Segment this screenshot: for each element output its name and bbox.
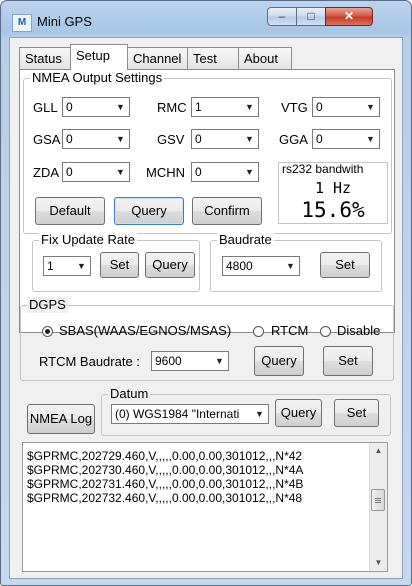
tab-test[interactable]: Test <box>187 47 239 69</box>
rtcm-baudrate-label: RTCM Baudrate : <box>39 354 140 369</box>
zda-select[interactable]: 0 ▼ <box>62 162 130 182</box>
bandwidth-hz: 1 Hz <box>314 179 352 197</box>
dgps-query-button[interactable]: Query <box>254 346 304 376</box>
nmea-log-button[interactable]: NMEA Log <box>27 404 95 434</box>
scroll-down-icon[interactable]: ▼ <box>370 555 387 571</box>
window-title: Mini GPS <box>37 14 92 29</box>
tab-about[interactable]: About <box>238 47 292 69</box>
chevron-down-icon: ▼ <box>116 134 125 144</box>
mchn-value: 0 <box>195 165 202 179</box>
datum-select[interactable]: (0) WGS1984 "Internati ▼ <box>111 404 269 424</box>
log-line: $GPRMC,202730.460,V,,,,,0.00,0.00,301012… <box>27 463 304 477</box>
chevron-down-icon: ▼ <box>215 356 224 366</box>
chevron-down-icon: ▼ <box>77 261 86 271</box>
log-line: $GPRMC,202729.460,V,,,,,0.00,0.00,301012… <box>27 449 303 463</box>
gga-select[interactable]: 0 ▼ <box>312 129 380 149</box>
zda-value: 0 <box>66 165 73 179</box>
chevron-down-icon: ▼ <box>245 134 254 144</box>
query-nmea-button[interactable]: Query <box>114 197 184 225</box>
bandwidth-title: rs232 bandwith <box>282 162 364 176</box>
gsa-value: 0 <box>66 132 73 146</box>
vtg-select[interactable]: 0 ▼ <box>312 97 380 117</box>
fix-rate-value: 1 <box>47 259 54 273</box>
fix-rate-select[interactable]: 1 ▼ <box>43 256 91 276</box>
radio-disable[interactable] <box>320 326 331 337</box>
datum-set-button[interactable]: Set <box>334 399 379 427</box>
setup-panel: NMEA Output Settings GLL 0 ▼ RMC 1 ▼ VTG… <box>19 69 395 333</box>
radio-rtcm[interactable] <box>253 326 264 337</box>
grip-line <box>375 502 381 503</box>
vtg-value: 0 <box>316 100 323 114</box>
gll-select[interactable]: 0 ▼ <box>62 97 130 117</box>
default-button[interactable]: Default <box>35 197 105 225</box>
chevron-down-icon: ▼ <box>366 102 375 112</box>
datum-value: (0) WGS1984 "Internati <box>115 407 240 421</box>
rmc-label: RMC <box>157 100 187 115</box>
confirm-button[interactable]: Confirm <box>192 197 262 225</box>
baudrate-set-button[interactable]: Set <box>320 252 370 278</box>
rtcm-baudrate-value: 9600 <box>155 354 182 368</box>
fix-rate-set-button[interactable]: Set <box>100 252 139 278</box>
dgps-title: DGPS <box>27 297 68 313</box>
rmc-select[interactable]: 1 ▼ <box>191 97 259 117</box>
gsa-label: GSA <box>33 132 61 147</box>
sbas-label: SBAS(WAAS/EGNOS/MSAS) <box>59 323 232 338</box>
chevron-down-icon: ▼ <box>255 409 264 419</box>
gll-label: GLL <box>33 100 58 115</box>
tab-status[interactable]: Status <box>19 47 71 69</box>
baudrate-select[interactable]: 4800 ▼ <box>222 256 300 276</box>
maximize-button[interactable]: □ <box>296 7 326 26</box>
log-line: $GPRMC,202731.460,V,,,,,0.00,0.00,301012… <box>27 477 304 491</box>
scroll-thumb[interactable] <box>371 489 385 511</box>
log-line: $GPRMC,202732.460,V,,,,,0.00,0.00,301012… <box>27 491 303 505</box>
log-scrollbar[interactable]: ▲ ▼ <box>369 443 387 571</box>
nmea-output-title: NMEA Output Settings <box>30 70 165 86</box>
chevron-down-icon: ▼ <box>366 134 375 144</box>
gsv-select[interactable]: 0 ▼ <box>191 129 259 149</box>
gsa-select[interactable]: 0 ▼ <box>62 129 130 149</box>
mchn-select[interactable]: 0 ▼ <box>191 162 259 182</box>
main-window: M Mini GPS – □ ✕ Status Setup Channel Te… <box>0 0 412 586</box>
gga-value: 0 <box>316 132 323 146</box>
tab-channel[interactable]: Channel <box>127 47 188 69</box>
gga-label: GGA <box>279 132 308 147</box>
baudrate-title: Baudrate <box>217 232 274 248</box>
radio-sbas[interactable] <box>42 326 53 337</box>
minimize-button[interactable]: – <box>267 7 297 26</box>
chevron-down-icon: ▼ <box>116 167 125 177</box>
datum-query-button[interactable]: Query <box>275 399 322 427</box>
rtcm-baudrate-select[interactable]: 9600 ▼ <box>151 351 229 371</box>
baudrate-value: 4800 <box>226 259 253 273</box>
rmc-value: 1 <box>195 100 202 114</box>
vtg-label: VTG <box>281 100 308 115</box>
close-button[interactable]: ✕ <box>325 7 373 26</box>
grip-line <box>375 500 381 501</box>
gsv-label: GSV <box>157 132 185 147</box>
title-bar[interactable]: M Mini GPS – □ ✕ <box>1 1 411 37</box>
chevron-down-icon: ▼ <box>245 102 254 112</box>
mchn-label: MCHN <box>146 165 185 180</box>
chevron-down-icon: ▼ <box>286 261 295 271</box>
datum-title: Datum <box>108 386 151 402</box>
chevron-down-icon: ▼ <box>245 167 254 177</box>
fix-update-rate-title: Fix Update Rate <box>39 232 137 248</box>
grip-line <box>375 498 381 499</box>
bandwidth-display: rs232 bandwith 1 Hz 15.6% <box>278 162 388 224</box>
disable-label: Disable <box>337 323 381 338</box>
chevron-down-icon: ▼ <box>116 102 125 112</box>
gll-value: 0 <box>66 100 73 114</box>
dgps-set-button[interactable]: Set <box>323 346 373 376</box>
gps-app-icon: M <box>12 14 32 32</box>
scroll-up-icon[interactable]: ▲ <box>370 443 387 459</box>
tab-setup[interactable]: Setup <box>70 44 128 70</box>
client-area: Status Setup Channel Test About NMEA Out… <box>9 37 403 579</box>
zda-label: ZDA <box>33 165 59 180</box>
fix-rate-query-button[interactable]: Query <box>145 252 195 278</box>
bandwidth-percent: 15.6% <box>301 198 365 222</box>
gsv-value: 0 <box>195 132 202 146</box>
nmea-log-output[interactable]: $GPRMC,202729.460,V,,,,,0.00,0.00,301012… <box>22 442 388 572</box>
rtcm-label: RTCM <box>271 323 309 338</box>
